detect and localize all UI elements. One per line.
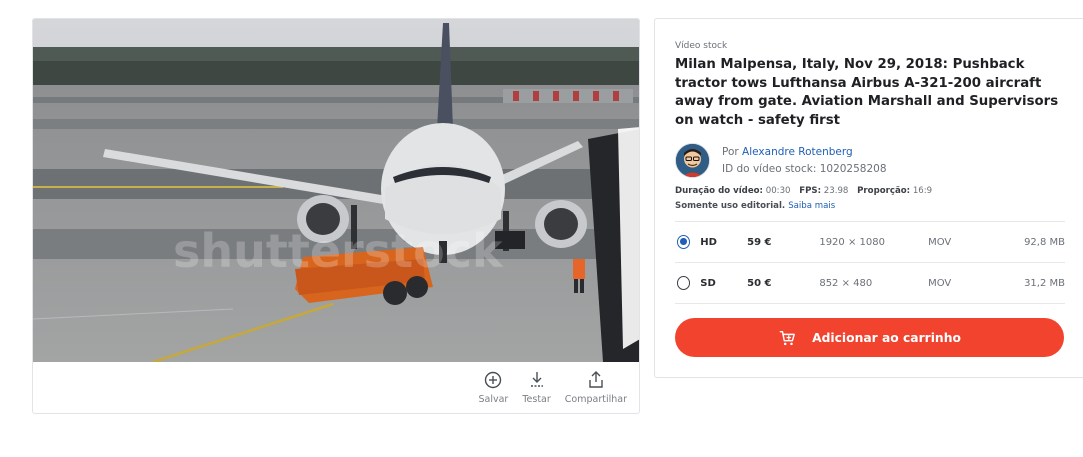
add-to-cart-label: Adicionar ao carrinho: [812, 330, 961, 345]
option-hd[interactable]: HD 59 € 1920 × 1080 MOV 92,8 MB: [675, 221, 1065, 262]
download-icon: [530, 372, 543, 387]
share-action-label: Compartilhar: [564, 394, 627, 405]
stock-id: ID do vídeo stock: 1020258208: [722, 162, 887, 175]
author-prefix: Por: [722, 145, 739, 158]
option-price: 59 €: [747, 236, 772, 248]
option-format: MOV: [928, 236, 952, 248]
author-row: Por Alexandre Rotenberg ID do vídeo stoc…: [675, 143, 887, 178]
preview-actions: Salvar Testar Compartilhar: [478, 370, 627, 405]
option-dimensions: 852 × 480: [819, 277, 873, 289]
video-preview-image[interactable]: shutterstock: [33, 19, 640, 362]
plus-circle-icon: [485, 371, 502, 389]
radio-sd[interactable]: [677, 276, 691, 290]
radio-hd[interactable]: [677, 235, 691, 249]
learn-more-link[interactable]: Saiba mais: [788, 201, 835, 211]
editorial-notice: Somente uso editorial. Saiba mais: [675, 201, 835, 211]
ratio-value: 16:9: [912, 186, 933, 196]
test-action-label: Testar: [522, 394, 551, 405]
avatar[interactable]: [675, 143, 710, 178]
option-size: 31,2 MB: [1024, 277, 1065, 289]
share-action[interactable]: Compartilhar: [565, 370, 627, 405]
save-action-label: Salvar: [478, 394, 509, 405]
share-icon: [589, 371, 603, 388]
test-action[interactable]: Testar: [522, 370, 551, 405]
details-panel: Vídeo stock Milan Malpensa, Italy, Nov 2…: [654, 18, 1083, 378]
video-preview-card: shutterstock Salvar Testar Compartilhar: [32, 18, 640, 414]
option-size: 92,8 MB: [1024, 236, 1065, 248]
resolution-options: HD 59 € 1920 × 1080 MOV 92,8 MB SD 50 € …: [675, 221, 1065, 304]
option-format: MOV: [928, 277, 952, 289]
option-sd[interactable]: SD 50 € 852 × 480 MOV 31,2 MB: [675, 262, 1065, 304]
ratio-label: Proporção:: [857, 186, 911, 196]
add-to-cart-button[interactable]: Adicionar ao carrinho: [675, 318, 1064, 357]
stock-type-label: Vídeo stock: [675, 41, 728, 51]
option-name: HD: [700, 236, 717, 248]
author-meta: Por Alexandre Rotenberg ID do vídeo stoc…: [722, 144, 887, 178]
watermark-text: shutterstock: [173, 224, 504, 278]
video-meta: Duração do vídeo: 00:30 FPS: 23.98 Propo…: [675, 186, 938, 196]
option-dimensions: 1920 × 1080: [819, 236, 885, 248]
author-link[interactable]: Alexandre Rotenberg: [742, 146, 853, 158]
duration-value: 00:30: [765, 186, 791, 196]
save-action[interactable]: Salvar: [478, 370, 509, 405]
option-name: SD: [700, 277, 716, 289]
fps-value: 23.98: [823, 186, 849, 196]
option-price: 50 €: [747, 277, 772, 289]
avatar-image: [676, 144, 709, 177]
editorial-text: Somente uso editorial.: [675, 201, 786, 211]
fps-label: FPS:: [799, 186, 822, 196]
video-title: Milan Malpensa, Italy, Nov 29, 2018: Pus…: [675, 57, 1059, 128]
cart-icon: [779, 330, 796, 345]
duration-label: Duração do vídeo:: [675, 186, 763, 196]
